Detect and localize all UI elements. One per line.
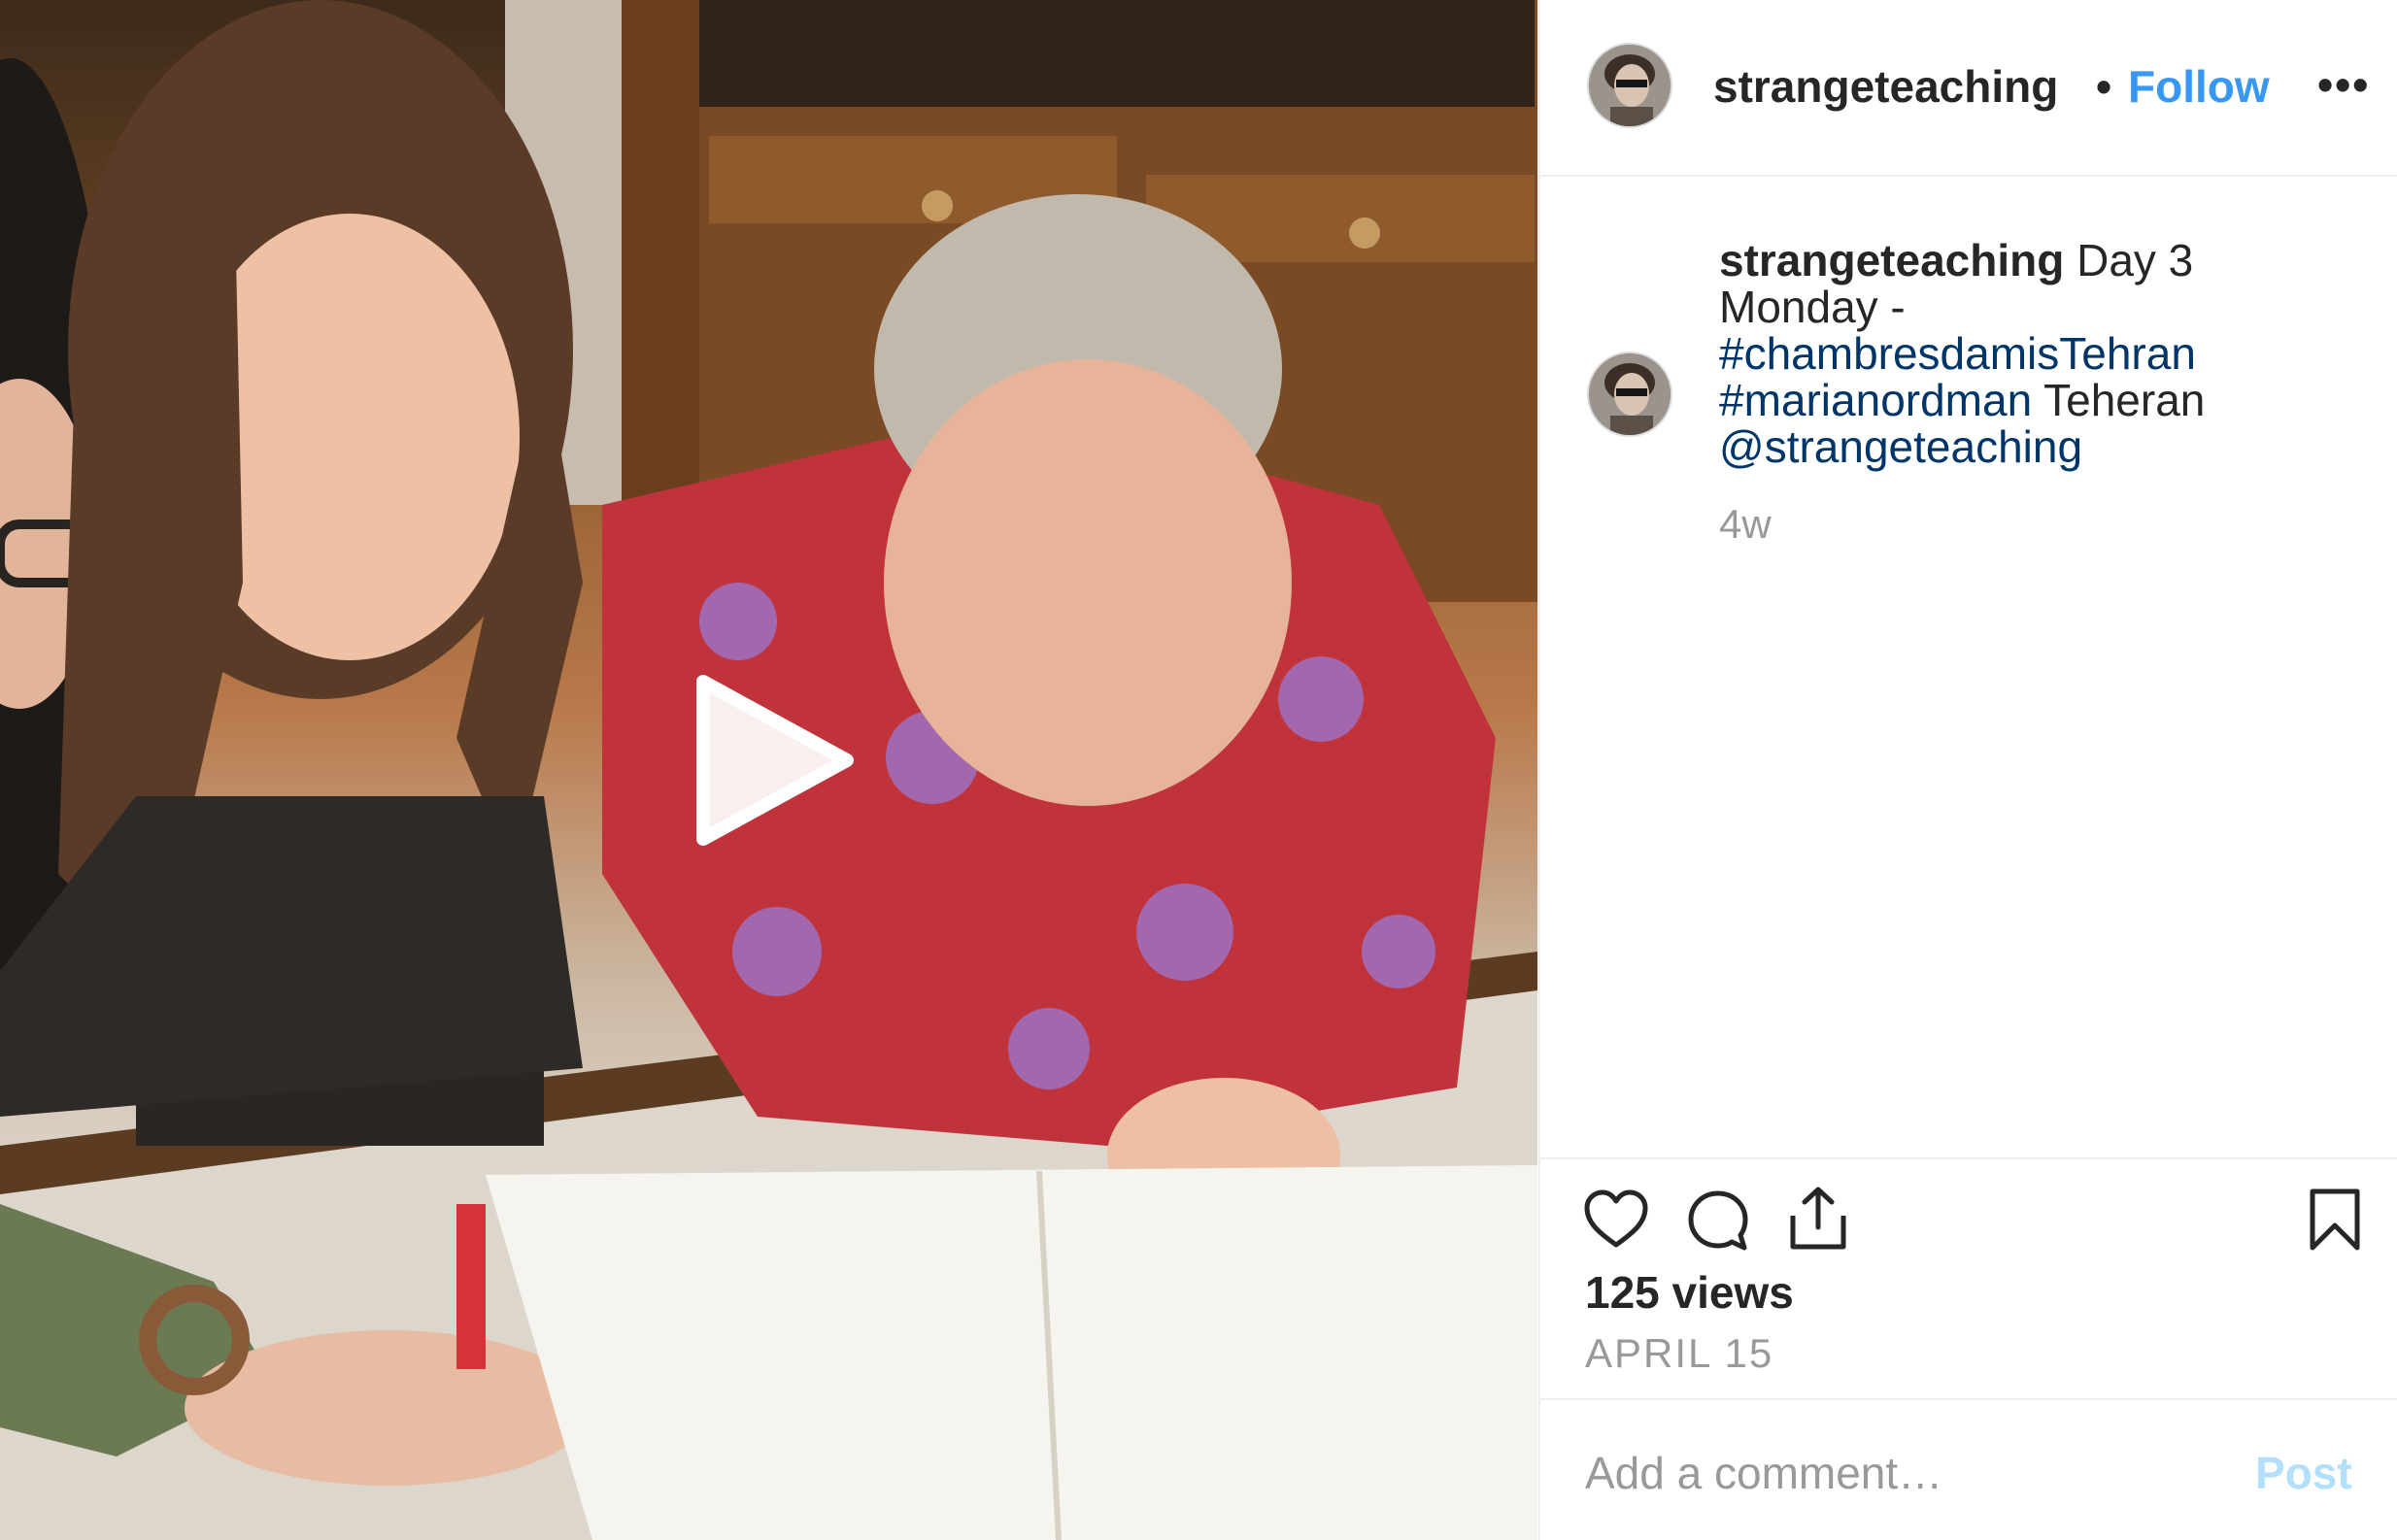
comment-input[interactable]: [1585, 1439, 2207, 1507]
share-icon[interactable]: [1787, 1185, 1849, 1253]
follow-button[interactable]: Follow: [2128, 56, 2270, 117]
avatar[interactable]: [1587, 43, 1672, 128]
view-count[interactable]: 125 views: [1585, 1266, 1794, 1319]
bookmark-icon[interactable]: [2308, 1187, 2362, 1253]
more-icon[interactable]: •••: [2317, 54, 2370, 115]
instagram-post: strangeteaching • Follow ••• strangeteac…: [0, 0, 2397, 1540]
post-date[interactable]: APRIL 15: [1585, 1330, 1773, 1377]
caption-time[interactable]: 4w: [1719, 501, 1772, 548]
caption-text: Teheran: [2032, 375, 2206, 425]
avatar-image: [1589, 353, 1671, 435]
post-header: strangeteaching • Follow •••: [1540, 0, 2397, 177]
video-media[interactable]: [0, 0, 1537, 1540]
caption-avatar[interactable]: [1587, 352, 1672, 437]
post-username[interactable]: strangeteaching: [1713, 56, 2090, 117]
post-side-panel: strangeteaching • Follow ••• strangeteac…: [1538, 0, 2397, 1540]
post-comment-button[interactable]: Post: [2255, 1447, 2352, 1499]
separator-dot: •: [2096, 61, 2112, 112]
action-bar: 125 views APRIL 15: [1540, 1157, 2397, 1400]
hashtag-link[interactable]: #marianordman: [1719, 375, 2032, 425]
post-caption: strangeteaching Day 3 Monday - #chambres…: [1719, 237, 2341, 470]
heart-icon[interactable]: [1583, 1188, 1649, 1251]
play-icon[interactable]: [692, 674, 857, 847]
mention-link[interactable]: @strangeteaching: [1719, 421, 2082, 472]
caption-area: strangeteaching Day 3 Monday - #chambres…: [1540, 177, 2397, 1155]
caption-username[interactable]: strangeteaching: [1719, 235, 2064, 285]
avatar-image: [1589, 45, 1671, 126]
comment-icon[interactable]: [1686, 1188, 1750, 1253]
hashtag-link[interactable]: #chambresdamisTehran: [1719, 328, 2196, 379]
comment-bar: Post: [1540, 1398, 2397, 1540]
